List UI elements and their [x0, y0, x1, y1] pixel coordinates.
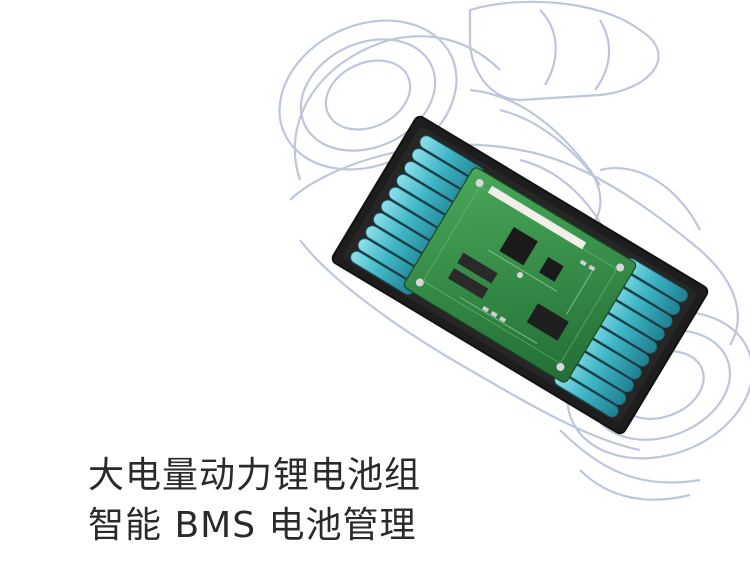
headline-bms: 智能 BMS 电池管理: [88, 505, 417, 546]
headline-battery: 大电量动力锂电池组: [88, 455, 422, 496]
